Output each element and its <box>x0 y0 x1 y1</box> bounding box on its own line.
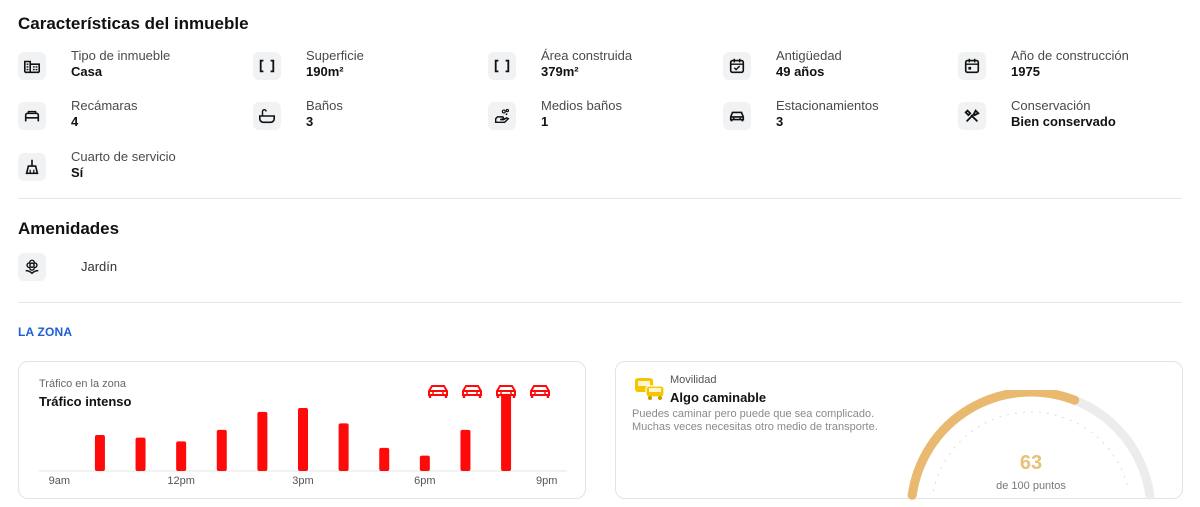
feature-value: 3 <box>776 114 784 129</box>
area-brackets-icon <box>488 52 516 80</box>
feature-value: Sí <box>71 165 84 180</box>
feature-value: 1975 <box>1011 64 1040 79</box>
feature-age: Antigüedad 49 años <box>723 48 953 84</box>
traffic-card: Tráfico en la zona Tráfico intenso 9am 12… <box>18 361 586 499</box>
feature-value: 3 <box>306 114 314 129</box>
mobility-description: Puedes caminar pero puede que sea compli… <box>632 408 878 433</box>
feature-label: Cuarto de servicio <box>71 149 176 164</box>
feature-half-baths: Medios baños 1 <box>488 98 718 134</box>
amenity-label: Jardín <box>81 259 118 274</box>
feature-value: 190m² <box>306 64 344 79</box>
feature-label: Baños <box>306 98 343 113</box>
mobility-value: Algo caminable <box>670 390 767 405</box>
traffic-bar <box>501 393 512 471</box>
feature-bathrooms: Baños 3 <box>253 98 483 134</box>
feature-construction-year: Año de construcción 1975 <box>958 48 1188 84</box>
hand-wash-icon <box>488 102 516 130</box>
bathtub-icon <box>253 102 281 130</box>
traffic-bar <box>257 411 268 471</box>
mobility-label: Movilidad <box>670 374 717 386</box>
building-icon <box>18 52 46 80</box>
section-divider <box>18 302 1182 303</box>
feature-value: 4 <box>71 114 79 129</box>
traffic-chart: 9am 12pm 3pm 6pm 9pm <box>39 393 567 487</box>
traffic-tick-label: 12pm <box>167 475 195 487</box>
calendar-icon <box>958 52 986 80</box>
mobility-score: 63 <box>1019 452 1043 474</box>
traffic-bar <box>379 447 390 471</box>
mobility-score-suffix: de 100 puntos <box>996 480 1066 492</box>
feature-label: Área construida <box>541 48 633 63</box>
traffic-tick-label: 9am <box>49 475 70 487</box>
feature-service-room: Cuarto de servicio Sí <box>18 149 248 185</box>
feature-value: 379m² <box>541 64 579 79</box>
flower-icon <box>18 253 46 281</box>
mobility-card: Movilidad Algo caminable Puedes caminar … <box>615 361 1183 500</box>
feature-built-area: Área construida 379m² <box>488 48 718 84</box>
feature-label: Año de construcción <box>1011 48 1129 63</box>
tools-icon <box>958 102 986 130</box>
feature-value: 1 <box>541 114 549 129</box>
broom-icon <box>18 153 46 181</box>
traffic-tick-label: 6pm <box>414 475 435 487</box>
feature-label: Medios baños <box>541 98 622 113</box>
car-icon <box>723 102 751 130</box>
traffic-bar <box>419 455 430 471</box>
characteristics-title: Características del inmueble <box>18 14 249 33</box>
traffic-bar <box>460 429 471 471</box>
feature-label: Estacionamientos <box>776 98 879 113</box>
traffic-bar <box>298 408 308 471</box>
amenities-title: Amenidades <box>18 219 120 238</box>
feature-parking: Estacionamientos 3 <box>723 98 953 134</box>
feature-bedrooms: Recámaras 4 <box>18 98 248 134</box>
traffic-bar <box>216 429 227 471</box>
feature-value: 49 años <box>776 64 825 79</box>
feature-surface: Superficie 190m² <box>253 48 483 84</box>
bed-icon <box>18 102 46 130</box>
traffic-bar <box>94 435 105 471</box>
feature-value: Casa <box>71 64 103 79</box>
feature-value: Bien conservado <box>1011 114 1116 129</box>
traffic-tick-label: 3pm <box>292 475 313 487</box>
feature-label: Conservación <box>1011 98 1091 113</box>
traffic-tick-label: 9pm <box>536 475 557 487</box>
area-brackets-icon <box>253 52 281 80</box>
feature-label: Recámaras <box>71 98 138 113</box>
traffic-bar <box>176 441 187 471</box>
feature-property-type: Tipo de inmueble Casa <box>18 48 248 84</box>
traffic-bar <box>338 423 349 471</box>
feature-label: Tipo de inmueble <box>71 48 171 63</box>
traffic-bar <box>135 437 146 471</box>
zone-title: LA ZONA <box>18 325 73 339</box>
calendar-check-icon <box>723 52 751 80</box>
section-divider <box>18 198 1182 199</box>
feature-condition: Conservación Bien conservado <box>958 98 1188 134</box>
feature-label: Superficie <box>306 48 364 63</box>
bus-car-icon <box>635 378 665 400</box>
feature-label: Antigüedad <box>776 48 842 63</box>
